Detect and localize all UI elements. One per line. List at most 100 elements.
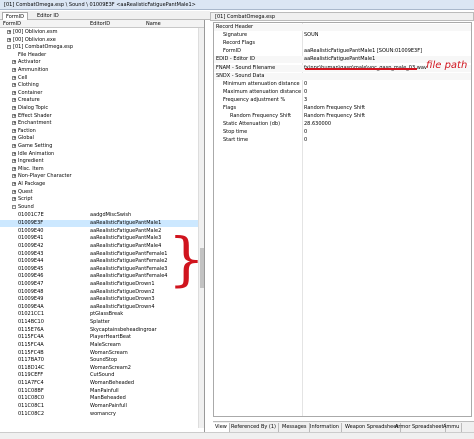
table-row[interactable]: 011C08C1 WomanPainfull [0, 403, 204, 410]
expand-icon[interactable]: + [12, 106, 16, 110]
tab-referenced-by[interactable]: Referenced By (1) [229, 423, 280, 432]
tree-node[interactable]: + Game Setting [0, 143, 204, 150]
record-field-row[interactable]: Start time 0 [214, 137, 471, 144]
record-field-row[interactable]: Record Header [214, 24, 471, 31]
tab-formid[interactable]: FormID [2, 12, 28, 20]
expand-icon[interactable]: + [12, 159, 16, 164]
expand-icon[interactable]: + [12, 98, 16, 103]
tree-node[interactable]: + Enchantment [0, 120, 204, 127]
tab-editor-id[interactable]: Editor ID [34, 12, 62, 20]
tab-view[interactable]: View [213, 423, 230, 432]
table-row[interactable]: 0114BC10 Splatter [0, 319, 204, 326]
expand-icon[interactable]: + [12, 166, 16, 171]
tree-node[interactable]: + Non-Player Character [0, 173, 204, 180]
tree-node[interactable]: + [00] Oblivion.exe [0, 37, 204, 44]
expand-icon[interactable]: + [12, 90, 16, 95]
record-field-row[interactable]: Maximum attenuation distance 0 [214, 89, 471, 96]
tree-node[interactable]: + Ingredient [0, 158, 204, 165]
record-field-value[interactable]: Random Frequency Shift [304, 105, 365, 112]
tab-messages[interactable]: Messages [280, 423, 310, 432]
expand-icon[interactable]: + [12, 121, 16, 126]
tree-node[interactable]: + Dialog Topic [0, 105, 204, 112]
expand-icon[interactable]: + [12, 151, 16, 156]
expand-icon[interactable]: + [12, 83, 16, 88]
table-row[interactable]: 0115FC4A PlayerHeartBeat [0, 334, 204, 341]
tree-node[interactable]: + Creature [0, 97, 204, 104]
table-row[interactable]: 011C08C2 womancry [0, 411, 204, 418]
record-field-row[interactable]: Minimum attenuation distance 0 [214, 81, 471, 88]
record-field-value[interactable]: Random Frequency Shift [304, 113, 365, 120]
tree-node[interactable]: + Clothing [0, 82, 204, 89]
column-name[interactable]: Name [146, 20, 161, 28]
column-editorid[interactable]: EditorID [90, 20, 110, 28]
table-row[interactable]: 0119CEFF CutSound [0, 372, 204, 379]
record-field-value[interactable]: 0 [304, 129, 307, 136]
horizontal-scrollbar[interactable] [0, 432, 474, 439]
expand-icon[interactable]: + [12, 182, 16, 186]
record-field-row[interactable]: SNDX - Sound Data [214, 72, 471, 80]
expand-icon[interactable]: + [12, 189, 16, 194]
collapse-icon[interactable]: - [7, 45, 11, 50]
collapse-icon[interactable]: - [12, 204, 16, 209]
table-row[interactable]: 01021CC1 ptGlassBreak [0, 311, 204, 318]
table-row[interactable]: 0117BA70 SoundStop [0, 357, 204, 364]
record-field-value[interactable]: 0 [304, 137, 307, 144]
record-field-value[interactable]: aaRealisticFatiguePantMale1 [304, 56, 375, 63]
expand-icon[interactable]: + [12, 174, 16, 179]
tree-node[interactable]: - [01] CombatOmega.esp [0, 44, 204, 51]
record-field-value[interactable]: 3 [304, 97, 307, 104]
tree-node[interactable]: - Sound [0, 204, 204, 211]
expand-icon[interactable]: + [7, 37, 11, 42]
table-row[interactable]: 0115E76A Skycaptainsbeheadingroar [0, 327, 204, 334]
table-row[interactable]: 011C08C0 ManBeheaded [0, 395, 204, 402]
record-field-row[interactable]: Random Frequency Shift Random Frequency S… [214, 113, 471, 120]
tree-node[interactable]: + Script [0, 196, 204, 203]
record-field-row[interactable]: Stop time 0 [214, 129, 471, 136]
table-row[interactable]: 01001C7E aadgdMiscSwish [0, 212, 204, 219]
expand-icon[interactable]: + [12, 68, 16, 72]
tree-node[interactable]: + Ammunition [0, 67, 204, 74]
table-row[interactable]: 011C08BF ManPainfull [0, 388, 204, 395]
expand-icon[interactable]: + [12, 128, 16, 133]
tree-node[interactable]: + Cell [0, 75, 204, 82]
table-row[interactable]: 0115FC4A MaleScream [0, 342, 204, 349]
table-row[interactable]: 01009E4A aaRealisticFatigueDrown4 [0, 304, 204, 311]
record-field-value[interactable]: 0 [304, 81, 307, 88]
tree-node[interactable]: + AI Package [0, 181, 204, 188]
tree-node[interactable]: + Quest [0, 189, 204, 196]
table-row[interactable]: 01009E49 aaRealisticFatigueDrown3 [0, 296, 204, 303]
tree-node[interactable]: + Faction [0, 128, 204, 135]
tree-node[interactable]: + Global [0, 135, 204, 142]
tab-ammu[interactable]: Ammu [441, 423, 463, 432]
tree-node[interactable]: + Activator [0, 59, 204, 66]
tab-information[interactable]: Information [308, 423, 342, 432]
expand-icon[interactable]: + [12, 136, 16, 141]
tree-node[interactable]: + Misc. Item [0, 166, 204, 173]
expand-icon[interactable]: + [12, 60, 16, 65]
record-field-value[interactable]: 0 [304, 89, 307, 96]
record-field-row[interactable]: Frequency adjustment % 3 [214, 97, 471, 104]
record-field-row[interactable]: Static Attenuation (db) 28.630000 [214, 121, 471, 128]
expand-icon[interactable]: + [12, 113, 16, 118]
table-row[interactable]: 011A7FC4 WomanBeheaded [0, 380, 204, 387]
tree-node[interactable]: + [00] Oblivion.esm [0, 29, 204, 36]
tree-node[interactable]: + Container [0, 90, 204, 97]
tab-armor-spreadsheet[interactable]: Armor Spreadsheet [393, 423, 447, 432]
record-field-row[interactable]: Signature SOUN [214, 32, 471, 39]
record-field-value[interactable]: 28.630000 [304, 121, 331, 128]
expand-icon[interactable]: + [7, 30, 11, 34]
table-row[interactable]: 0115FC4B WomanScream [0, 350, 204, 357]
expand-icon[interactable]: + [12, 197, 16, 202]
tree-node[interactable]: + Idle Animation [0, 151, 204, 158]
table-row[interactable]: 0118D14C WomanScream2 [0, 365, 204, 372]
record-field-value[interactable]: SOUN [304, 32, 319, 39]
record-field-value[interactable]: aaRealisticFatiguePantMale1 [SOUN:01009E… [304, 48, 422, 55]
column-formid[interactable]: FormID [3, 20, 21, 28]
expand-icon[interactable]: + [12, 144, 16, 148]
tree-node[interactable]: File Header [0, 52, 204, 59]
record-field-row[interactable]: Flags Random Frequency Shift [214, 105, 471, 112]
record-field-row[interactable]: Record Flags [214, 40, 471, 47]
expand-icon[interactable]: + [12, 75, 16, 80]
tree-node[interactable]: + Effect Shader [0, 113, 204, 120]
record-field-row[interactable]: FormID aaRealisticFatiguePantMale1 [SOUN:… [214, 48, 471, 55]
